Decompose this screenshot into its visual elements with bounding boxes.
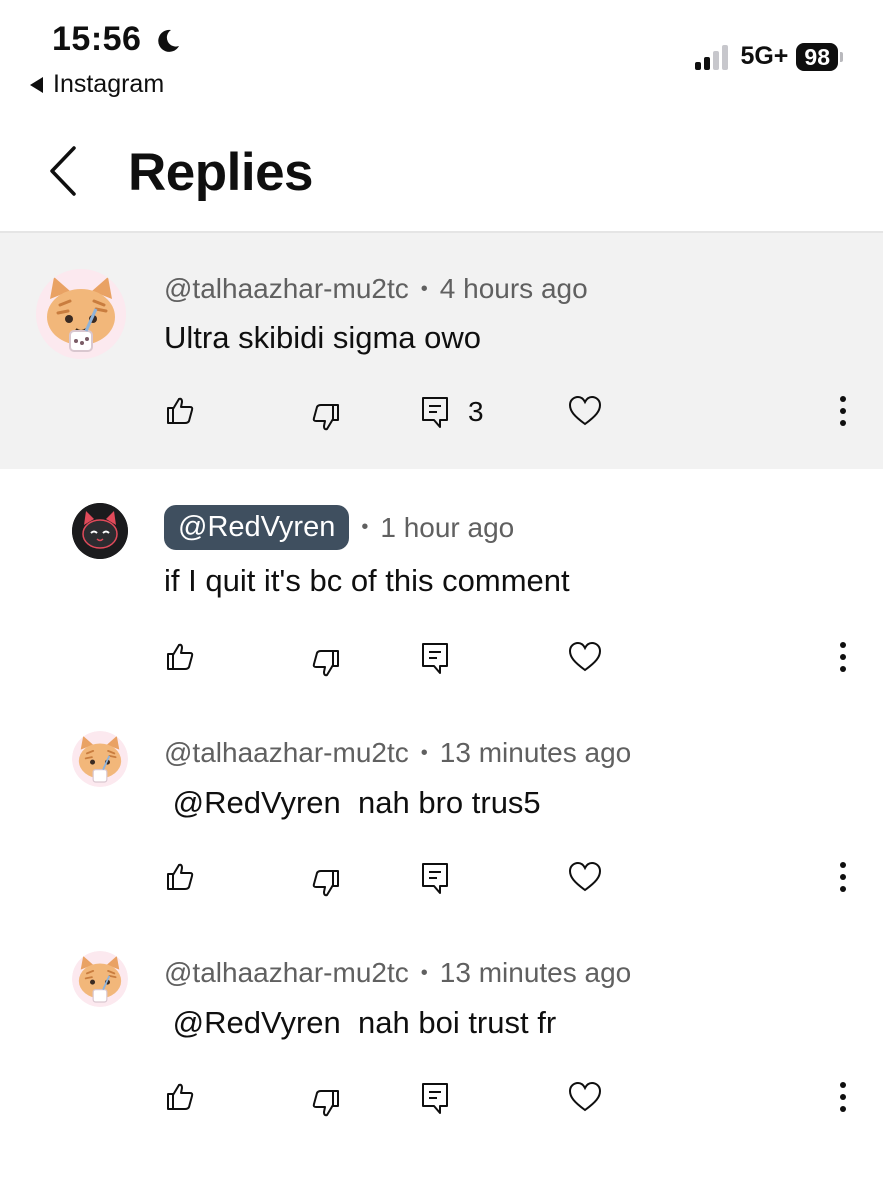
comment-time: 13 minutes ago (439, 737, 632, 768)
thumbs-up-icon (167, 1083, 194, 1110)
reply-comment: @talhaazhar-mu2tc • 13 minutes ago @RedV… (0, 919, 883, 1149)
thumbs-down-icon (312, 650, 339, 677)
thumbs-down-icon (312, 1090, 339, 1117)
comment-actions (0, 641, 883, 681)
black-cat-avatar-icon (72, 503, 128, 559)
battery-level: 98 (796, 42, 838, 71)
heart-icon (568, 641, 602, 672)
back-chevron-icon[interactable] (46, 144, 86, 198)
like-button[interactable] (164, 1081, 196, 1113)
comment-text: @RedVyren nah bro trus5 (164, 785, 541, 820)
heart-button[interactable] (568, 641, 602, 673)
comment-text: if I quit it's bc of this comment (164, 563, 570, 598)
avatar[interactable] (72, 951, 128, 1007)
like-button[interactable] (164, 395, 196, 427)
heart-button[interactable] (568, 861, 602, 893)
comment-time: 4 hours ago (439, 273, 588, 304)
more-vertical-icon (840, 1082, 846, 1112)
comment-meta: @talhaazhar-mu2tc • 13 minutes ago (164, 737, 632, 769)
comment-time: 13 minutes ago (439, 957, 632, 988)
like-button[interactable] (164, 641, 196, 673)
status-time: 15:56 (52, 20, 181, 59)
dislike-button[interactable] (310, 647, 342, 679)
heart-icon (568, 1081, 602, 1112)
thumbs-up-icon (167, 397, 194, 424)
back-to-app[interactable]: Instagram (30, 70, 164, 99)
comment-icon (422, 863, 448, 894)
thumbs-up-icon (167, 863, 194, 890)
comment-author-highlighted[interactable]: @RedVyren (164, 505, 350, 550)
reply-count: 3 (468, 396, 484, 427)
comment-actions: 3 (0, 395, 883, 435)
comment-meta: @talhaazhar-mu2tc • 13 minutes ago (164, 957, 632, 989)
comment-author[interactable]: @talhaazhar-mu2tc (164, 957, 409, 989)
comment-text: Ultra skibidi sigma owo (164, 320, 481, 355)
comment-text: @RedVyren nah boi trust fr (164, 1005, 557, 1040)
comment-author[interactable]: @talhaazhar-mu2tc (164, 273, 409, 305)
page-header: Replies (0, 120, 883, 230)
more-options-button[interactable] (838, 395, 848, 427)
more-vertical-icon (840, 396, 846, 426)
cat-avatar-icon (36, 269, 126, 359)
more-vertical-icon (840, 642, 846, 672)
moon-icon (158, 29, 180, 52)
dislike-button[interactable] (310, 1087, 342, 1119)
heart-icon (568, 395, 602, 426)
comment-time: 1 hour ago (380, 511, 515, 543)
thumbs-down-icon (312, 870, 339, 897)
thumbs-down-icon (312, 404, 339, 431)
back-triangle-icon (30, 76, 43, 93)
page-title: Replies (128, 143, 314, 202)
cat-avatar-icon (72, 951, 128, 1007)
parent-comment: @talhaazhar-mu2tc • 4 hours ago Ultra sk… (0, 233, 883, 469)
avatar[interactable] (36, 269, 126, 359)
thumbs-up-icon (167, 643, 194, 670)
like-button[interactable] (164, 861, 196, 893)
avatar[interactable] (72, 503, 128, 559)
reply-button[interactable] (420, 641, 450, 675)
reply-button[interactable]: 3 (420, 395, 484, 429)
comment-author[interactable]: @talhaazhar-mu2tc (164, 737, 409, 769)
heart-button[interactable] (568, 395, 602, 427)
reply-comment: @talhaazhar-mu2tc • 13 minutes ago @RedV… (0, 699, 883, 919)
more-options-button[interactable] (838, 1081, 848, 1113)
comment-meta: @talhaazhar-mu2tc • 4 hours ago (164, 273, 588, 305)
more-options-button[interactable] (838, 641, 848, 673)
cat-avatar-icon (72, 731, 128, 787)
reply-button[interactable] (420, 861, 450, 895)
more-vertical-icon (840, 862, 846, 892)
comment-actions (0, 1081, 883, 1121)
heart-button[interactable] (568, 1081, 602, 1113)
network-label: 5G+ (740, 42, 789, 70)
reply-comment: @RedVyren • 1 hour ago if I quit it's bc… (0, 469, 883, 699)
battery-icon: 98 (796, 42, 843, 71)
reply-button[interactable] (420, 1081, 450, 1115)
dislike-button[interactable] (310, 401, 342, 433)
comment-icon (422, 643, 448, 674)
dislike-button[interactable] (310, 867, 342, 899)
status-indicators: 5G+ 98 (695, 42, 843, 71)
heart-icon (568, 861, 602, 892)
comment-meta: @RedVyren • 1 hour ago (164, 505, 514, 550)
back-app-label: Instagram (53, 70, 165, 98)
comment-icon (422, 397, 448, 428)
signal-icon (695, 44, 729, 70)
avatar[interactable] (72, 731, 128, 787)
comment-icon (422, 1083, 448, 1114)
comment-actions (0, 861, 883, 901)
more-options-button[interactable] (838, 861, 848, 893)
